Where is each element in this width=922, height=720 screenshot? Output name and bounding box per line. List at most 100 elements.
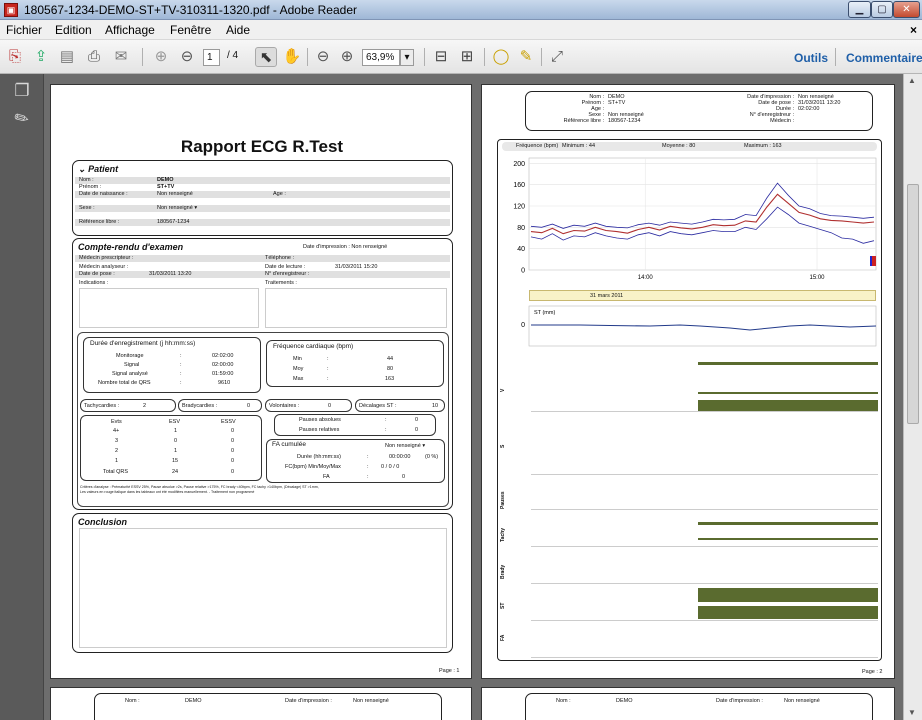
window-title: 180567-1234-DEMO-ST+TV-310311-1320.pdf -…: [24, 3, 357, 17]
hand-tool-icon[interactable]: ✋: [281, 47, 303, 67]
save-icon[interactable]: ▤: [56, 47, 78, 67]
page-4: Nom : DEMO Date d'impression : Non rense…: [481, 687, 895, 720]
page-2: Nom : DEMO Prénom : ST+TV Age : Sexe : N…: [481, 84, 895, 679]
zoom-input[interactable]: 63,9%: [362, 49, 400, 66]
conclusion-section: Conclusion: [72, 513, 453, 653]
next-page-icon[interactable]: ⊖: [176, 47, 198, 67]
title-bar: ▣ 180567-1234-DEMO-ST+TV-310311-1320.pdf…: [0, 0, 922, 20]
fa-box: FA cumulée Non renseigné ▾ Durée (hh:mm:…: [266, 439, 445, 483]
outils-button[interactable]: Outils: [794, 51, 828, 65]
vertical-scrollbar[interactable]: ▲ ▼: [903, 74, 922, 720]
st-label: ST (mm): [534, 310, 555, 316]
st-bar: [698, 588, 878, 602]
patient-section-title: ⌄ Patient: [78, 164, 119, 174]
y-tick-label: 0: [521, 268, 525, 275]
y-tick-label: 120: [513, 204, 525, 211]
menu-fichier[interactable]: Fichier: [6, 23, 42, 37]
marker: [870, 256, 872, 266]
fa-dropdown[interactable]: Non renseigné ▾: [385, 442, 425, 450]
marker: [872, 256, 876, 266]
scroll-down-icon[interactable]: ▼: [908, 708, 916, 717]
pages-icon[interactable]: ❐: [11, 80, 33, 102]
v-bar: [698, 392, 878, 394]
dropdown-arrow-icon: ▾: [422, 443, 426, 449]
y-tick-label: 200: [513, 161, 525, 168]
page-total: / 4: [227, 50, 239, 61]
v-bar: [698, 362, 878, 365]
lane-pauses: Pauses: [500, 491, 506, 509]
report-title: Rapport ECG R.Test: [180, 137, 344, 156]
conclusion-title: Conclusion: [78, 517, 127, 527]
pauses-box: Pauses absolues:0 Pauses relatives:0: [274, 414, 436, 436]
conclusion-field[interactable]: [79, 528, 447, 648]
st-chart: ST (mm) 0: [521, 305, 877, 347]
scroll-thumb[interactable]: [907, 184, 919, 424]
date-banner: 31 mars 2011: [529, 290, 876, 301]
close-doc-icon[interactable]: ×: [910, 23, 917, 37]
brady-box: Bradycardies :0: [178, 399, 262, 412]
event-lanes: V S Pauses Tachy Brady ST FA: [500, 350, 878, 660]
expand-icon[interactable]: ⤢: [546, 47, 568, 67]
x-tick-label: 15:00: [810, 275, 826, 281]
menu-fenetre[interactable]: Fenêtre: [170, 23, 211, 37]
select-tool-icon[interactable]: ⬉: [255, 47, 277, 67]
comment-icon[interactable]: ◯: [490, 47, 512, 67]
page-number-input[interactable]: 1: [203, 49, 220, 66]
lane-st: ST: [500, 602, 506, 610]
duree-box: Durée d'enregistrement (j hh:mm:ss) Moni…: [83, 337, 261, 393]
tachy-bar: [698, 522, 878, 525]
stats-panel: Durée d'enregistrement (j hh:mm:ss) Moni…: [77, 332, 449, 507]
indications-field[interactable]: [79, 288, 259, 328]
zoom-dropdown-icon[interactable]: ▾: [400, 49, 414, 66]
lane-brady: Brady: [500, 564, 506, 580]
scroll-up-icon[interactable]: ▲: [908, 76, 916, 85]
menu-edition[interactable]: Edition: [55, 23, 92, 37]
volontaires-box: Volontaires :0: [265, 399, 352, 412]
page-number-2: Page : 2: [862, 669, 883, 675]
create-pdf-icon[interactable]: ⎘: [4, 47, 26, 67]
fit-page-icon[interactable]: ⊟: [430, 47, 452, 67]
page-3: Nom : DEMO Date d'impression : Non rense…: [50, 687, 472, 720]
page2-header: Nom : DEMO Prénom : ST+TV Age : Sexe : N…: [525, 91, 873, 131]
close-button[interactable]: ✕: [893, 1, 920, 18]
y-tick-label: 40: [517, 246, 525, 253]
highlight-icon[interactable]: ✎: [515, 47, 537, 67]
menu-bar: Fichier Edition Affichage Fenêtre Aide ×: [0, 20, 922, 40]
page2-chart-frame: Fréquence (bpm) Minimum : 44 Moyenne : 8…: [497, 139, 882, 661]
prev-page-icon[interactable]: ⊕: [150, 47, 172, 67]
lane-fa: FA: [500, 634, 506, 642]
lane-tachy: Tachy: [500, 527, 506, 543]
menu-aide[interactable]: Aide: [226, 23, 250, 37]
st-bar: [698, 606, 878, 619]
evts-table: Evts ESV ESSV 4+ 1 0 300 210 1 15 0 Total QR…: [80, 415, 262, 481]
page-number: Page : 1: [439, 668, 460, 674]
minimize-button[interactable]: ▁: [848, 1, 871, 18]
frequence-box: Fréquence cardiaque (bpm) Min : 44 Moy :…: [266, 340, 444, 387]
commentaire-button[interactable]: Commentaire: [846, 51, 922, 65]
maximize-button[interactable]: ▢: [871, 1, 893, 18]
sexe-dropdown[interactable]: Non renseigné ▾: [157, 204, 197, 212]
zoom-out-icon[interactable]: ⊖: [312, 47, 334, 67]
pdf-icon: ▣: [4, 3, 18, 17]
toolbar: ⎘ ⇪ ▤ ⎙ ✉ ⊕ ⊖ 1 / 4 ⬉ ✋ ⊖ ⊕ 63,9% ▾ ⊟ ⊞ …: [0, 40, 922, 74]
open-icon[interactable]: ⇪: [30, 47, 52, 67]
chevron-down-icon[interactable]: ⌄: [78, 164, 86, 174]
lane-v: V: [500, 388, 506, 392]
tachy-box: Tachycardies :2: [80, 399, 176, 412]
menu-affichage[interactable]: Affichage: [105, 23, 155, 37]
fit-width-icon[interactable]: ⊞: [456, 47, 478, 67]
x-tick-label: 14:00: [638, 275, 654, 281]
traitements-field[interactable]: [265, 288, 447, 328]
document-area: Rapport ECG R.Test ⌄ Patient Nom : DEMO …: [45, 74, 903, 720]
page-1: Rapport ECG R.Test ⌄ Patient Nom : DEMO …: [50, 84, 472, 679]
attachment-icon[interactable]: ✎: [7, 104, 37, 134]
email-icon[interactable]: ✉: [110, 47, 132, 67]
exam-section-title: Compte-rendu d'examen: [78, 242, 184, 252]
dropdown-arrow-icon: ▾: [194, 205, 198, 211]
zoom-in-icon[interactable]: ⊕: [336, 47, 358, 67]
patient-section: ⌄ Patient Nom : DEMO Prénom : ST+TV Date…: [72, 160, 453, 236]
navigation-panel: ❐ ✎: [0, 74, 44, 720]
decalages-box: Décalages ST :10: [355, 399, 445, 412]
tachy-bar: [698, 538, 878, 540]
print-icon[interactable]: ⎙: [83, 47, 105, 67]
